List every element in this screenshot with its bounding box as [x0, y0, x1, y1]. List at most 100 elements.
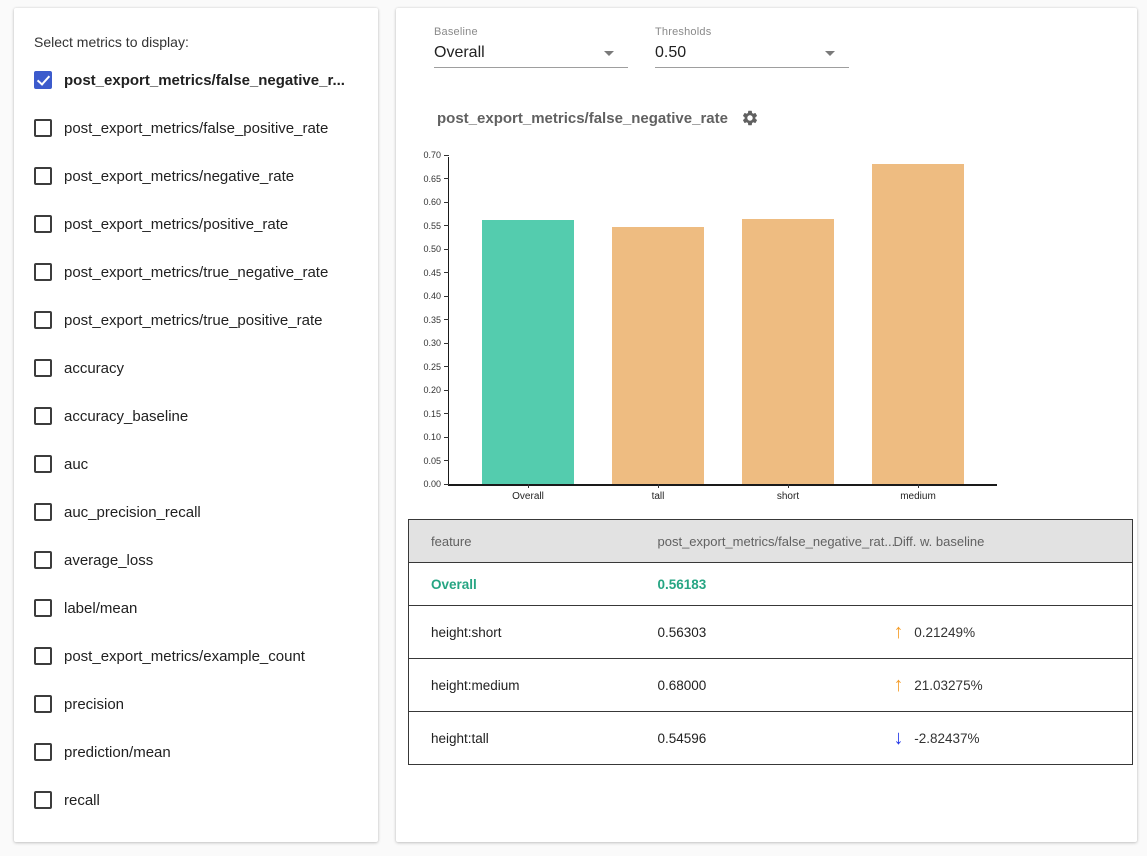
metric-value-cell: 0.56183 — [658, 563, 894, 606]
thresholds-label: Thresholds — [655, 26, 849, 38]
column-header-feature: feature — [409, 520, 658, 563]
metric-label: post_export_metrics/true_negative_rate — [64, 264, 328, 281]
metric-label: average_loss — [64, 552, 153, 569]
table-row[interactable]: height:tall 0.54596 ↓ -2.82437% — [409, 712, 1133, 765]
y-tick-label: 0.00 — [423, 479, 441, 489]
metric-checkbox[interactable] — [34, 311, 52, 329]
y-tick-label: 0.15 — [423, 409, 441, 419]
column-header-metric: post_export_metrics/false_negative_rat..… — [658, 520, 894, 563]
chart-bar-medium[interactable] — [872, 164, 964, 484]
chart-bar-Overall[interactable] — [482, 220, 574, 484]
metric-list-item[interactable]: post_export_metrics/true_negative_rate — [14, 248, 378, 296]
metric-checkbox[interactable] — [34, 503, 52, 521]
table-row[interactable]: height:short 0.56303 ↑ 0.21249% — [409, 606, 1133, 659]
metric-label: recall — [64, 792, 100, 809]
y-tick-mark — [444, 249, 449, 250]
x-tick-label: tall — [593, 491, 723, 502]
metric-list-item[interactable]: auc — [14, 440, 378, 488]
metric-checkbox[interactable] — [34, 551, 52, 569]
metric-checkbox[interactable] — [34, 119, 52, 137]
y-tick-label: 0.60 — [423, 197, 441, 207]
metric-checkbox[interactable] — [34, 359, 52, 377]
metric-checkbox[interactable] — [34, 695, 52, 713]
y-tick-mark — [444, 296, 449, 297]
y-tick: 0.00 — [423, 479, 449, 489]
table-row[interactable]: height:medium 0.68000 ↑ 21.03275% — [409, 659, 1133, 712]
metric-value-cell: 0.54596 — [658, 712, 894, 765]
metric-checkbox[interactable] — [34, 71, 52, 89]
y-tick: 0.05 — [423, 456, 449, 466]
metric-list-item[interactable]: post_export_metrics/false_negative_r... — [14, 56, 378, 104]
metric-label: post_export_metrics/false_positive_rate — [64, 120, 328, 137]
x-tick-mark — [918, 484, 919, 488]
table-body: Overall 0.56183 height:short 0.56303 ↑ 0… — [409, 563, 1133, 765]
metric-checkbox[interactable] — [34, 215, 52, 233]
y-tick: 0.30 — [423, 338, 449, 348]
y-tick: 0.60 — [423, 197, 449, 207]
thresholds-value: 0.50 — [655, 44, 686, 62]
metric-list-item[interactable]: accuracy_baseline — [14, 392, 378, 440]
baseline-value-row[interactable]: Overall — [434, 38, 628, 68]
y-tick-label: 0.45 — [423, 268, 441, 278]
chart-bar-short[interactable] — [742, 219, 834, 484]
metric-label: post_export_metrics/example_count — [64, 648, 305, 665]
y-tick-mark — [444, 437, 449, 438]
metric-checkbox[interactable] — [34, 407, 52, 425]
table-row[interactable]: Overall 0.56183 — [409, 563, 1133, 606]
y-tick-mark — [444, 484, 449, 485]
metric-checkbox[interactable] — [34, 791, 52, 809]
metric-select-panel: Select metrics to display: post_export_m… — [14, 8, 378, 842]
y-tick-mark — [444, 225, 449, 226]
metric-list-item[interactable]: post_export_metrics/positive_rate — [14, 200, 378, 248]
metric-list-item[interactable]: post_export_metrics/false_positive_rate — [14, 104, 378, 152]
metric-checkbox[interactable] — [34, 455, 52, 473]
metric-checkbox[interactable] — [34, 167, 52, 185]
metrics-table: feature post_export_metrics/false_negati… — [408, 519, 1133, 765]
x-tick-mark — [788, 484, 789, 488]
metric-list-item[interactable]: post_export_metrics/true_positive_rate — [14, 296, 378, 344]
metric-value-cell: 0.56303 — [658, 606, 894, 659]
y-tick-mark — [444, 460, 449, 461]
metric-list-item[interactable]: post_export_metrics/negative_rate — [14, 152, 378, 200]
metric-list-item[interactable]: prediction/mean — [14, 728, 378, 776]
feature-cell: Overall — [409, 563, 658, 606]
metric-checkbox[interactable] — [34, 599, 52, 617]
y-tick-mark — [444, 343, 449, 344]
metric-list-item[interactable]: average_loss — [14, 536, 378, 584]
metric-checkbox[interactable] — [34, 647, 52, 665]
y-tick: 0.15 — [423, 409, 449, 419]
sidebar-title: Select metrics to display: — [34, 34, 378, 50]
metric-list-item[interactable]: accuracy — [14, 344, 378, 392]
y-tick-label: 0.70 — [423, 150, 441, 160]
column-header-diff: Diff. w. baseline — [894, 520, 1133, 563]
metric-list-item[interactable]: auc_precision_recall — [14, 488, 378, 536]
up-arrow-icon: ↑ — [894, 622, 904, 642]
baseline-select[interactable]: Baseline Overall — [434, 26, 628, 68]
y-tick: 0.65 — [423, 174, 449, 184]
y-tick: 0.40 — [423, 291, 449, 301]
metric-list-item[interactable]: precision — [14, 680, 378, 728]
y-tick-label: 0.55 — [423, 221, 441, 231]
metric-checkbox[interactable] — [34, 263, 52, 281]
y-tick-mark — [444, 155, 449, 156]
diff-cell — [894, 563, 1133, 606]
thresholds-select[interactable]: Thresholds 0.50 — [655, 26, 849, 68]
metric-list-item[interactable]: recall — [14, 776, 378, 824]
y-tick-label: 0.40 — [423, 291, 441, 301]
chart-bar-tall[interactable] — [612, 227, 704, 484]
thresholds-value-row[interactable]: 0.50 — [655, 38, 849, 68]
metric-label: precision — [64, 696, 124, 713]
metric-list-item[interactable]: label/mean — [14, 584, 378, 632]
gear-icon[interactable] — [741, 109, 759, 127]
y-tick-mark — [444, 366, 449, 367]
down-arrow-icon: ↓ — [894, 728, 904, 748]
y-tick-mark — [444, 390, 449, 391]
metric-list-item[interactable]: post_export_metrics/example_count — [14, 632, 378, 680]
metric-label: post_export_metrics/true_positive_rate — [64, 312, 322, 329]
diff-value: -2.82437% — [914, 731, 979, 746]
metric-label: post_export_metrics/negative_rate — [64, 168, 294, 185]
x-tick-mark — [658, 484, 659, 488]
metric-checkbox[interactable] — [34, 743, 52, 761]
chevron-down-icon — [825, 51, 835, 56]
y-tick-mark — [444, 272, 449, 273]
